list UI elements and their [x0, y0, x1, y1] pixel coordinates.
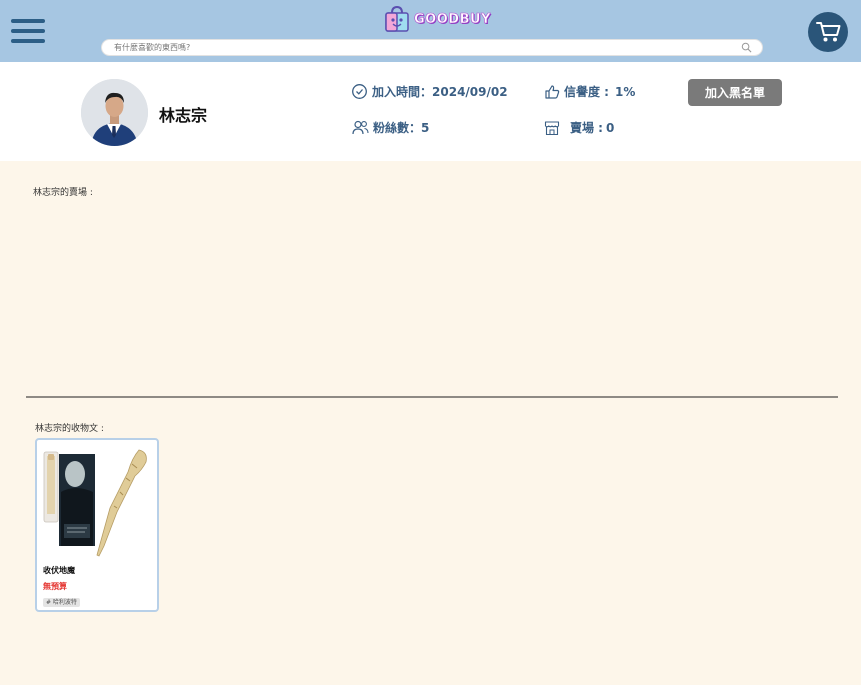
profile-panel: 林志宗 加入時間： 2024/09/02 信譽度 : 1% 粉絲數 ： 5 賣場… [0, 62, 861, 161]
hamburger-menu-icon[interactable] [11, 17, 45, 45]
fans-separator: ： [409, 121, 422, 135]
want-post-tag[interactable]: # 哈利波特 [43, 598, 80, 607]
wants-section-title: 林志宗的收物文 : [35, 424, 104, 434]
want-post-budget: 無預算 [43, 582, 67, 591]
join-date-stat: 加入時間： 2024/09/02 [351, 83, 508, 100]
profile-username: 林志宗 [159, 106, 208, 125]
stores-value: 0 [605, 120, 615, 135]
stores-stat[interactable]: 賣場 : 0 [544, 119, 614, 136]
search-bar [101, 39, 763, 56]
user-photo [81, 79, 148, 146]
section-divider [26, 396, 838, 398]
thumbs-up-icon [545, 84, 560, 99]
users-icon [352, 120, 369, 135]
add-to-blacklist-button[interactable]: 加入黑名單 [688, 79, 782, 106]
logo-text: GOODBUY [414, 11, 491, 27]
stores-section-title: 林志宗的賣場 : [33, 188, 93, 198]
search-icon[interactable] [741, 42, 752, 53]
rating-stat: 信譽度 : 1% [544, 83, 635, 100]
item-image [42, 448, 154, 560]
rating-label: 信譽度 : [564, 85, 609, 99]
fans-value: 5 [421, 120, 430, 135]
rating-value: 1% [614, 84, 636, 99]
join-date-label: 加入時間： [372, 85, 433, 99]
want-post-card[interactable]: 收伏地魔 無預算 # 哈利波特 [35, 438, 159, 612]
want-post-title: 收伏地魔 [43, 566, 75, 575]
store-icon [544, 120, 560, 135]
fans-label: 粉絲數 [373, 121, 410, 135]
calendar-check-icon [352, 84, 367, 99]
avatar[interactable] [81, 79, 148, 146]
search-input[interactable] [114, 41, 734, 54]
join-date-value: 2024/09/02 [432, 84, 508, 99]
top-header: GOODBUY [0, 0, 861, 62]
stores-label: 賣場 : [570, 121, 603, 135]
shopping-bag-logo-icon [385, 5, 409, 32]
goodbuy-logo[interactable]: GOODBUY [384, 4, 491, 34]
fans-stat[interactable]: 粉絲數 ： 5 [352, 119, 429, 136]
shopping-cart-icon [816, 22, 841, 42]
shopping-cart-button[interactable] [808, 12, 848, 52]
